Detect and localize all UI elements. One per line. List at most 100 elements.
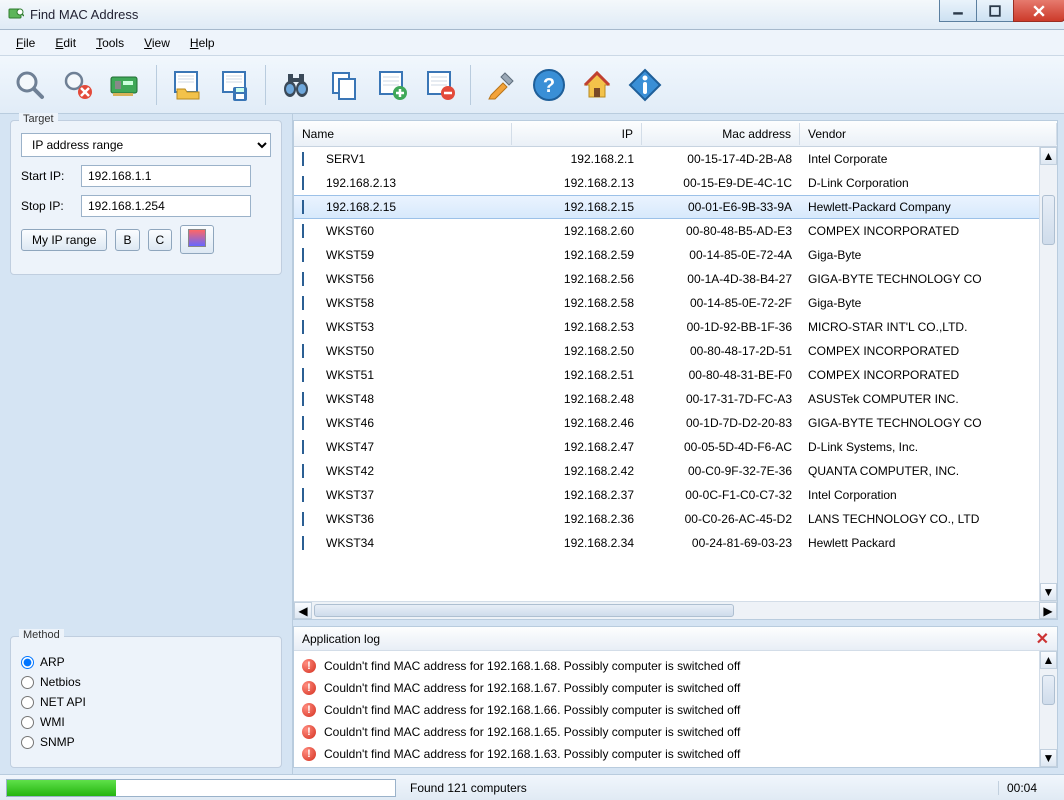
table-row[interactable]: WKST58 192.168.2.58 00-14-85-0E-72-2F Gi… — [294, 291, 1039, 315]
log-message: Couldn't find MAC address for 192.168.1.… — [324, 725, 740, 739]
add-record-icon[interactable] — [370, 63, 414, 107]
table-row[interactable]: WKST56 192.168.2.56 00-1A-4D-38-B4-27 GI… — [294, 267, 1039, 291]
scroll-down-icon[interactable]: ▼ — [1040, 583, 1057, 601]
log-message: Couldn't find MAC address for 192.168.1.… — [324, 703, 740, 717]
radio-snmp[interactable] — [21, 736, 34, 749]
open-report-icon[interactable] — [165, 63, 209, 107]
col-ip[interactable]: IP — [512, 123, 642, 145]
table-row[interactable]: WKST59 192.168.2.59 00-14-85-0E-72-4A Gi… — [294, 243, 1039, 267]
log-message: Couldn't find MAC address for 192.168.1.… — [324, 659, 740, 673]
scroll-up-icon[interactable]: ▲ — [1040, 147, 1057, 165]
method-option-wmi[interactable]: WMI — [21, 715, 271, 729]
scroll-thumb[interactable] — [1042, 195, 1055, 245]
radio-wmi[interactable] — [21, 716, 34, 729]
col-vendor[interactable]: Vendor — [800, 123, 1057, 145]
scroll-right-icon[interactable]: ▶ — [1039, 602, 1057, 619]
cell-ip: 192.168.2.48 — [512, 392, 642, 406]
table-row[interactable]: WKST60 192.168.2.60 00-80-48-B5-AD-E3 CO… — [294, 219, 1039, 243]
cell-vendor: ASUSTek COMPUTER INC. — [800, 392, 1039, 406]
maximize-button[interactable] — [976, 0, 1014, 22]
table-row[interactable]: WKST36 192.168.2.36 00-C0-26-AC-45-D2 LA… — [294, 507, 1039, 531]
table-row[interactable]: 192.168.2.15 192.168.2.15 00-01-E6-9B-33… — [294, 195, 1039, 219]
close-button[interactable] — [1013, 0, 1064, 22]
col-name[interactable]: Name — [294, 123, 512, 145]
menu-file[interactable]: File — [8, 33, 43, 53]
cell-mac: 00-15-17-4D-2B-A8 — [642, 152, 800, 166]
target-type-select[interactable]: IP address range — [21, 133, 271, 157]
table-row[interactable]: WKST34 192.168.2.34 00-24-81-69-03-23 He… — [294, 531, 1039, 555]
cell-ip: 192.168.2.34 — [512, 536, 642, 550]
hscroll-thumb[interactable] — [314, 604, 734, 617]
cell-vendor: Giga-Byte — [800, 296, 1039, 310]
status-bar: Found 121 computers 00:04 — [0, 774, 1064, 800]
table-row[interactable]: WKST48 192.168.2.48 00-17-31-7D-FC-A3 AS… — [294, 387, 1039, 411]
cell-name: WKST48 — [326, 392, 374, 406]
computer-icon — [302, 416, 320, 430]
log-close-icon[interactable]: ✕ — [1036, 629, 1049, 649]
app-icon — [8, 7, 24, 23]
method-label: SNMP — [40, 735, 75, 749]
log-scroll-down-icon[interactable]: ▼ — [1040, 749, 1057, 767]
radio-net api[interactable] — [21, 696, 34, 709]
svg-text:?: ? — [543, 75, 555, 97]
titlebar: Find MAC Address — [0, 0, 1064, 30]
method-option-arp[interactable]: ARP — [21, 655, 271, 669]
help-icon[interactable]: ? — [527, 63, 571, 107]
cell-vendor: LANS TECHNOLOGY CO., LTD — [800, 512, 1039, 526]
settings-icon[interactable] — [479, 63, 523, 107]
radio-arp[interactable] — [21, 656, 34, 669]
scroll-left-icon[interactable]: ◀ — [294, 602, 312, 619]
table-row[interactable]: WKST47 192.168.2.47 00-05-5D-4D-F6-AC D-… — [294, 435, 1039, 459]
menu-help[interactable]: Help — [182, 33, 223, 53]
error-icon: ! — [302, 747, 316, 761]
class-c-button[interactable]: C — [148, 229, 173, 251]
method-option-net-api[interactable]: NET API — [21, 695, 271, 709]
remove-record-icon[interactable] — [418, 63, 462, 107]
search-cancel-icon[interactable] — [56, 63, 100, 107]
computer-icon — [302, 152, 320, 166]
log-scroll-up-icon[interactable]: ▲ — [1040, 651, 1057, 669]
stop-ip-input[interactable] — [81, 195, 251, 217]
log-scrollbar[interactable]: ▲ ▼ — [1039, 651, 1057, 767]
left-panel: Target IP address range Start IP: Stop I… — [0, 114, 292, 774]
table-row[interactable]: WKST37 192.168.2.37 00-0C-F1-C0-C7-32 In… — [294, 483, 1039, 507]
method-option-snmp[interactable]: SNMP — [21, 735, 271, 749]
method-label: Netbios — [40, 675, 81, 689]
table-body[interactable]: SERV1 192.168.2.1 00-15-17-4D-2B-A8 Inte… — [294, 147, 1039, 601]
cell-mac: 00-1D-7D-D2-20-83 — [642, 416, 800, 430]
log-scroll-thumb[interactable] — [1042, 675, 1055, 705]
table-row[interactable]: WKST53 192.168.2.53 00-1D-92-BB-1F-36 MI… — [294, 315, 1039, 339]
class-b-button[interactable]: B — [115, 229, 139, 251]
start-ip-input[interactable] — [81, 165, 251, 187]
right-panel: Name IP Mac address Vendor SERV1 192.168… — [292, 114, 1064, 774]
radio-netbios[interactable] — [21, 676, 34, 689]
menu-tools[interactable]: Tools — [88, 33, 132, 53]
minimize-button[interactable] — [939, 0, 977, 22]
cell-name: WKST53 — [326, 320, 374, 334]
table-row[interactable]: 192.168.2.13 192.168.2.13 00-15-E9-DE-4C… — [294, 171, 1039, 195]
cell-mac: 00-14-85-0E-72-4A — [642, 248, 800, 262]
network-card-icon[interactable] — [104, 63, 148, 107]
col-mac[interactable]: Mac address — [642, 123, 800, 145]
menu-view[interactable]: View — [136, 33, 178, 53]
copy-icon[interactable] — [322, 63, 366, 107]
table-row[interactable]: WKST51 192.168.2.51 00-80-48-31-BE-F0 CO… — [294, 363, 1039, 387]
table-row[interactable]: WKST42 192.168.2.42 00-C0-9F-32-7E-36 QU… — [294, 459, 1039, 483]
info-icon[interactable] — [623, 63, 667, 107]
vertical-scrollbar[interactable]: ▲ ▼ — [1039, 147, 1057, 601]
table-row[interactable]: SERV1 192.168.2.1 00-15-17-4D-2B-A8 Inte… — [294, 147, 1039, 171]
cell-mac: 00-1A-4D-38-B4-27 — [642, 272, 800, 286]
cell-name: WKST59 — [326, 248, 374, 262]
home-icon[interactable] — [575, 63, 619, 107]
table-row[interactable]: WKST46 192.168.2.46 00-1D-7D-D2-20-83 GI… — [294, 411, 1039, 435]
method-option-netbios[interactable]: Netbios — [21, 675, 271, 689]
cell-vendor: Giga-Byte — [800, 248, 1039, 262]
save-report-icon[interactable] — [213, 63, 257, 107]
my-ip-range-button[interactable]: My IP range — [21, 229, 107, 251]
binoculars-icon[interactable] — [274, 63, 318, 107]
horizontal-scrollbar[interactable]: ◀ ▶ — [294, 601, 1057, 619]
table-row[interactable]: WKST50 192.168.2.50 00-80-48-17-2D-51 CO… — [294, 339, 1039, 363]
menu-edit[interactable]: Edit — [47, 33, 84, 53]
search-icon[interactable] — [8, 63, 52, 107]
color-picker-button[interactable] — [180, 225, 214, 254]
